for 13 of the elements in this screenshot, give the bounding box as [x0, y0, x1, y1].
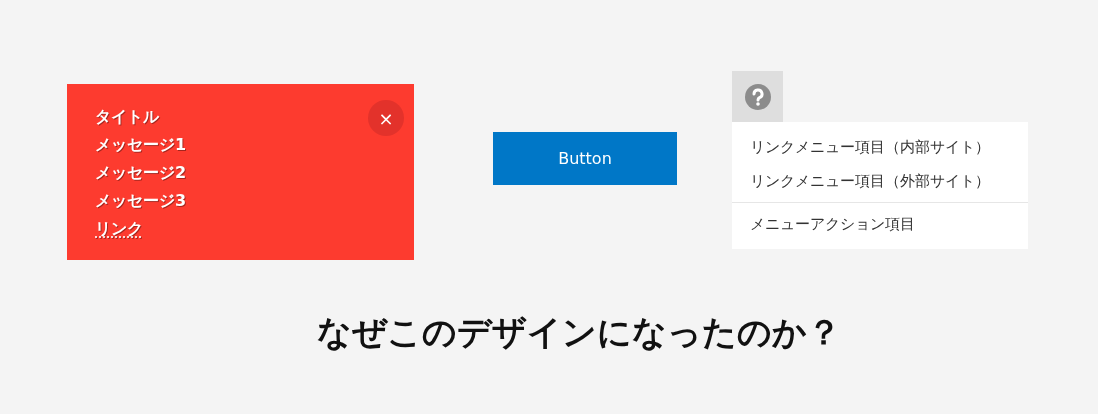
message-text: メッセージ2 — [95, 162, 187, 184]
help-button[interactable] — [732, 71, 783, 122]
menu-item[interactable]: リンクメニュー項目（内部サイト） — [732, 130, 1028, 164]
message-text: タイトル — [95, 106, 159, 128]
link[interactable]: リンク — [95, 215, 143, 243]
menu-item[interactable]: リンクメニュー項目（外部サイト） — [732, 164, 1028, 198]
help-icon — [743, 82, 772, 111]
message-text: メッセージ1 — [95, 134, 187, 156]
close-button[interactable]: × — [368, 100, 404, 136]
heading: なぜこのデザインになったのか？ — [316, 311, 842, 354]
menu-item[interactable]: メニューアクション項目 — [732, 207, 1028, 241]
message-text: メッセージ3 — [95, 190, 187, 212]
primary-button[interactable]: Button — [493, 132, 677, 185]
